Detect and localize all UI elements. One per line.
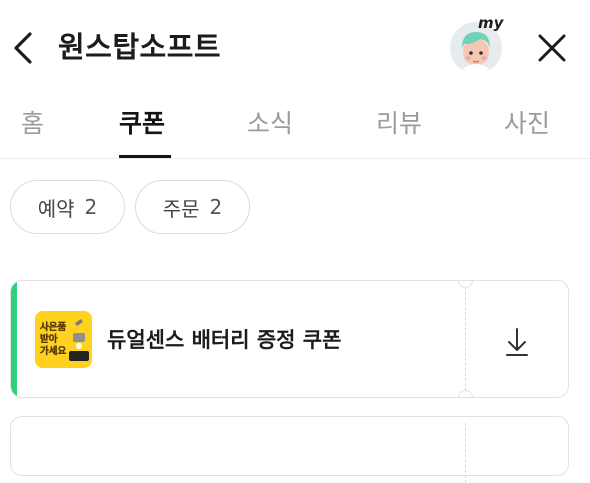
chip-count: 2 [84,195,98,219]
thumb-text-3: 가세요 [40,345,66,357]
app-header: 원스탑소프트 my [0,0,590,92]
my-badge: my [478,14,504,32]
coupon-thumbnail: 사은품 받아 가세요 [35,311,92,368]
tab-coupon[interactable]: 쿠폰 [119,104,165,140]
coupon-divider [465,423,466,483]
thumb-text-2: 받아 [40,333,58,345]
coupon-card-next [10,416,569,483]
tab-photos[interactable]: 사진 [504,104,550,140]
active-tab-indicator [119,155,171,158]
page-title: 원스탑소프트 [58,30,222,64]
coupon-accent-bar [11,281,17,397]
chip-label: 예약 [37,196,75,221]
tab-bar: 홈 쿠폰 소식 리뷰 사진 [0,92,590,159]
coupon-title: 듀얼센스 배터리 증정 쿠폰 [107,328,342,352]
filter-chip-reservation[interactable]: 예약 2 [10,180,125,234]
coupon-thumbnail-art: 사은품 받아 가세요 [35,311,92,368]
chip-label: 주문 [162,196,200,221]
close-button[interactable] [532,28,572,68]
chip-count: 2 [209,195,223,219]
download-icon [506,328,528,356]
thumb-text-1: 사은품 [40,321,66,333]
close-icon [538,34,566,62]
tab-home[interactable]: 홈 [21,104,44,140]
coupon-card: 사은품 받아 가세요 듀얼센스 배터리 증정 쿠폰 [10,280,569,398]
tab-reviews[interactable]: 리뷰 [376,104,422,140]
back-button[interactable] [8,28,44,68]
tab-news[interactable]: 소식 [247,104,293,140]
chevron-left-icon [14,32,32,64]
coupon-download-button[interactable] [465,281,568,397]
filter-chip-order[interactable]: 주문 2 [135,180,250,234]
